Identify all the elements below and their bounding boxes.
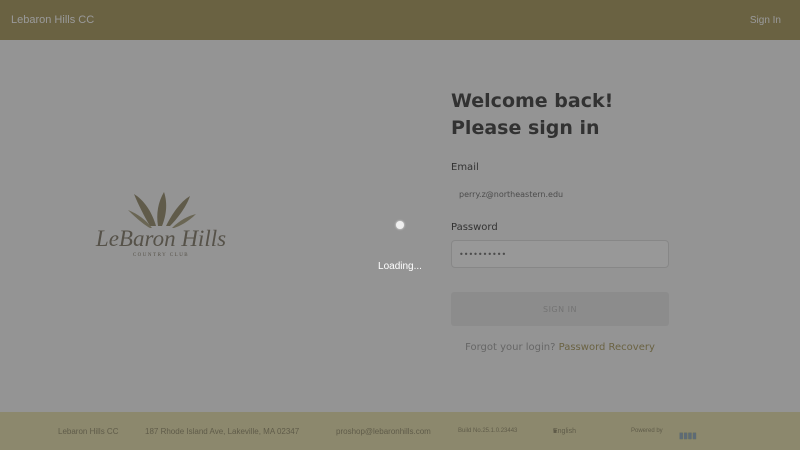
spinner-icon (396, 221, 404, 229)
loading-text: Loading... (378, 261, 422, 272)
loading-overlay: Loading... (0, 0, 800, 450)
